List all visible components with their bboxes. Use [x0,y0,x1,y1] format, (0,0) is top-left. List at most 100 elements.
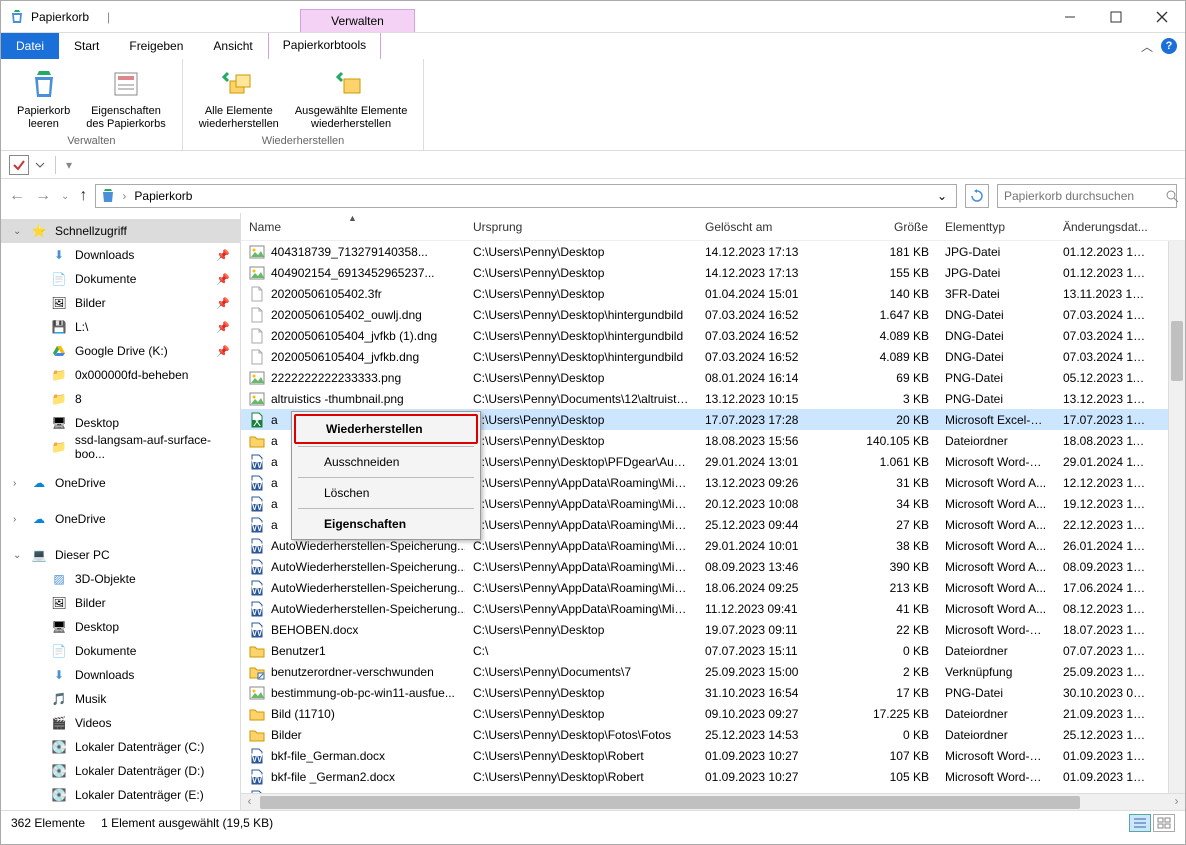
help-icon[interactable]: ? [1161,38,1177,54]
navigation-pane[interactable]: ⌄⭐Schnellzugriff ⬇Downloads📌 📄Dokumente📌… [1,213,241,810]
table-row[interactable]: Wcopy-on-write _German.docxC:\Users\Penn… [241,787,1185,793]
table-row[interactable]: 20200506105402.3frC:\Users\Penny\Desktop… [241,283,1185,304]
scroll-thumb[interactable] [260,796,1080,809]
table-row[interactable]: WAutoWiederherstellen-Speicherung...C:\U… [241,577,1185,598]
tab-recyclebin-tools[interactable]: Papierkorbtools [268,33,381,59]
table-row[interactable]: 20200506105404_jvfkb.dngC:\Users\Penny\D… [241,346,1185,367]
refresh-button[interactable] [965,184,989,208]
table-row[interactable]: bestimmung-ob-pc-win11-ausfue...C:\Users… [241,682,1185,703]
chevron-up-icon[interactable]: ︿ [1141,38,1153,55]
file-size: 0 KB [855,644,937,658]
quick-dropdown[interactable]: ▾ [66,158,72,172]
nav-l-drive[interactable]: 💾L:\📌 [1,315,240,339]
search-box[interactable] [997,184,1177,208]
nav-documents[interactable]: 📄Dokumente📌 [1,267,240,291]
file-name: 404318739_713279140358... [271,245,428,259]
download-icon: ⬇ [51,247,67,263]
breadcrumb[interactable]: Papierkorb [132,189,194,203]
nav-music[interactable]: 🎵Musik [1,687,240,711]
nav-onedrive-1[interactable]: ›☁OneDrive [1,471,240,495]
horizontal-scrollbar[interactable]: ‹ › [241,793,1185,810]
table-row[interactable]: WAutoWiederherstellen-Speicherung...C:\U… [241,598,1185,619]
column-deleted[interactable]: Gelöscht am [697,213,855,240]
select-all-checkbox[interactable] [9,155,29,175]
table-row[interactable]: Wbkf-file_German.docxC:\Users\Penny\Desk… [241,745,1185,766]
nav-downloads[interactable]: ⬇Downloads📌 [1,243,240,267]
file-name: bestimmung-ob-pc-win11-ausfue... [271,686,455,700]
nav-quick-access[interactable]: ⌄⭐Schnellzugriff [1,219,240,243]
file-size: 27 KB [855,518,937,532]
table-row[interactable]: WBEHOBEN.docxC:\Users\Penny\Desktop19.07… [241,619,1185,640]
recycle-bin-properties-button[interactable]: Eigenschaften des Papierkorbs [78,63,174,135]
table-row[interactable]: 20200506105404_jvfkb (1).dngC:\Users\Pen… [241,325,1185,346]
nav-pictures[interactable]: 🖼Bilder📌 [1,291,240,315]
nav-onedrive-2[interactable]: ›☁OneDrive [1,507,240,531]
nav-d-drive[interactable]: 💽Lokaler Datenträger (D:) [1,759,240,783]
minimize-button[interactable] [1047,1,1093,32]
up-button[interactable]: ↑ [79,187,87,205]
address-dropdown[interactable]: ⌄ [932,189,952,203]
column-origin[interactable]: Ursprung [465,213,697,240]
file-name: bkf-file _German2.docx [271,770,395,784]
table-row[interactable]: Benutzer1C:\07.07.2023 15:110 KBDateiord… [241,640,1185,661]
nav-desktop-quick[interactable]: 🖥Desktop [1,411,240,435]
ctx-cut[interactable]: Ausschneiden [294,449,478,475]
restore-selected-button[interactable]: Ausgewählte Elemente wiederherstellen [287,63,416,135]
breadcrumb-sep: › [122,189,126,203]
table-row[interactable]: 404902154_6913452965237...C:\Users\Penny… [241,262,1185,283]
nav-videos[interactable]: 🎬Videos [1,711,240,735]
ctx-delete[interactable]: Löschen [294,480,478,506]
table-row[interactable]: Wbkf-file _German2.docxC:\Users\Penny\De… [241,766,1185,787]
scroll-thumb[interactable] [1171,321,1183,381]
nav-google-drive[interactable]: Google Drive (K:)📌 [1,339,240,363]
view-icons-button[interactable] [1153,814,1175,832]
recent-dropdown[interactable]: ⌄ [61,191,69,202]
file-size: 34 KB [855,497,937,511]
search-input[interactable] [1004,189,1159,203]
tab-share[interactable]: Freigeben [114,33,198,59]
table-row[interactable]: 404318739_713279140358...C:\Users\Penny\… [241,241,1185,262]
table-row[interactable]: 20200506105402_ouwlj.dngC:\Users\Penny\D… [241,304,1185,325]
tab-view[interactable]: Ansicht [198,33,267,59]
nav-3d-objects[interactable]: ▨3D-Objekte [1,567,240,591]
vertical-scrollbar[interactable] [1168,241,1185,793]
nav-fd-folder[interactable]: 📁0x000000fd-beheben [1,363,240,387]
column-modified[interactable]: Änderungsdat... [1055,213,1155,240]
nav-pictures-pc[interactable]: 🖼Bilder [1,591,240,615]
table-row[interactable]: WAutoWiederherstellen-Speicherung...C:\U… [241,556,1185,577]
column-size[interactable]: Größe [855,213,937,240]
nav-desktop-pc[interactable]: 🖥Desktop [1,615,240,639]
table-row[interactable]: Bild (11710)C:\Users\Penny\Desktop09.10.… [241,703,1185,724]
tab-start[interactable]: Start [59,33,114,59]
ctx-restore[interactable]: Wiederherstellen [294,414,478,444]
tab-file[interactable]: Datei [1,33,59,59]
nav-documents-pc[interactable]: 📄Dokumente [1,639,240,663]
close-button[interactable] [1139,1,1185,32]
nav-c-drive[interactable]: 💽Lokaler Datenträger (C:) [1,735,240,759]
column-name[interactable]: Name▲ [241,213,465,240]
table-row[interactable]: BilderC:\Users\Penny\Desktop\Fotos\Fotos… [241,724,1185,745]
manage-tab[interactable]: Verwalten [300,9,415,32]
nav-8-folder[interactable]: 📁8 [1,387,240,411]
empty-recycle-bin-button[interactable]: Papierkorb leeren [9,63,78,135]
restore-all-button[interactable]: Alle Elemente wiederherstellen [191,63,287,135]
doc-icon: W [249,580,265,596]
chevron-down-icon[interactable] [35,160,45,170]
address-box[interactable]: › Papierkorb ⌄ [95,184,957,208]
maximize-button[interactable] [1093,1,1139,32]
ctx-properties[interactable]: Eigenschaften [294,511,478,537]
nav-downloads-pc[interactable]: ⬇Downloads [1,663,240,687]
pin-icon: 📌 [216,345,230,358]
column-type[interactable]: Elementtyp [937,213,1055,240]
back-button[interactable]: ← [9,187,25,205]
file-deleted: 18.08.2023 15:56 [697,434,855,448]
table-row[interactable]: altruistics -thumbnail.pngC:\Users\Penny… [241,388,1185,409]
nav-e-drive[interactable]: 💽Lokaler Datenträger (E:) [1,783,240,807]
table-row[interactable]: benutzerordner-verschwundenC:\Users\Penn… [241,661,1185,682]
table-row[interactable]: 2222222222233333.pngC:\Users\Penny\Deskt… [241,367,1185,388]
view-details-button[interactable] [1129,814,1151,832]
file-type: Dateiordner [937,434,1055,448]
nav-this-pc[interactable]: ⌄💻Dieser PC [1,543,240,567]
nav-ssd-folder[interactable]: 📁ssd-langsam-auf-surface-boo... [1,435,240,459]
forward-button[interactable]: → [35,187,51,205]
